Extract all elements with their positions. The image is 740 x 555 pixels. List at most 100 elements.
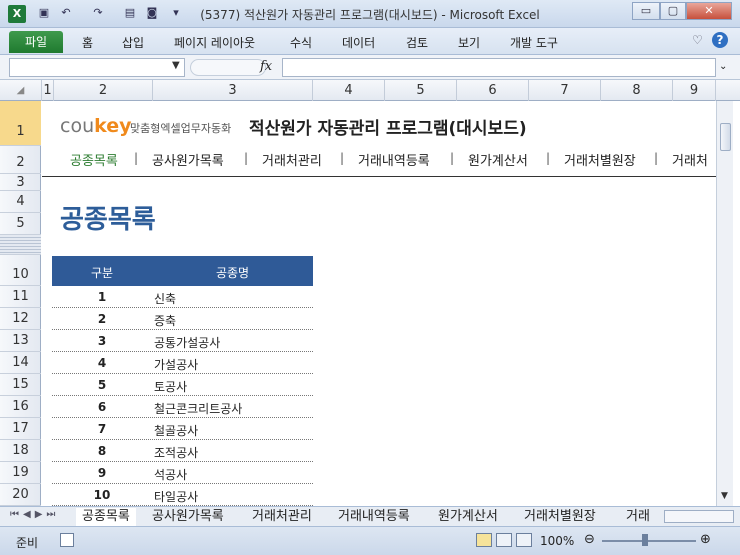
vertical-scrollbar[interactable]: ▼ bbox=[716, 101, 733, 506]
nav-link-cost-statement[interactable]: 원가계산서 bbox=[468, 150, 528, 169]
name-box-dropdown-icon[interactable]: ▼ bbox=[172, 60, 180, 71]
brand-tagline: 맞춤형엑셀업무자동화 bbox=[130, 122, 232, 135]
tab-data[interactable]: 데이터 bbox=[342, 34, 375, 51]
row-header[interactable]: 4 bbox=[0, 191, 41, 213]
row-header[interactable]: 16 bbox=[0, 396, 41, 418]
zoom-in-icon[interactable]: ⊕ bbox=[700, 532, 711, 547]
zoom-slider-thumb[interactable] bbox=[642, 534, 648, 546]
tab-file[interactable]: 파일 bbox=[9, 31, 63, 53]
table-header: 구분 공종명 bbox=[52, 256, 313, 286]
table-row[interactable]: 4 가설공사 bbox=[52, 352, 313, 374]
table-row[interactable]: 1 신축 bbox=[52, 286, 313, 308]
maximize-button[interactable]: ▢ bbox=[660, 2, 686, 20]
tab-scroll-icons[interactable]: ⏮◀▶⏭ bbox=[10, 509, 59, 520]
macro-record-icon[interactable] bbox=[60, 533, 74, 547]
page-layout-view-icon[interactable] bbox=[496, 533, 512, 547]
fx-icon[interactable]: fx bbox=[260, 59, 272, 74]
row-header[interactable]: 11 bbox=[0, 286, 41, 308]
row-no: 8 bbox=[97, 444, 107, 458]
column-header[interactable]: 8 bbox=[601, 80, 673, 101]
row-header[interactable]: 12 bbox=[0, 308, 41, 330]
minimize-button[interactable]: ▭ bbox=[632, 2, 660, 20]
close-button[interactable]: ✕ bbox=[686, 2, 732, 20]
nav-link-transactions[interactable]: 거래내역등록 bbox=[358, 150, 430, 169]
row-header[interactable]: 1 bbox=[0, 101, 41, 146]
ribbon-collapse-icon[interactable]: ♡ bbox=[692, 33, 703, 47]
tab-insert[interactable]: 삽입 bbox=[122, 34, 144, 51]
row-header[interactable]: 13 bbox=[0, 330, 41, 352]
help-icon[interactable]: ? bbox=[712, 32, 728, 48]
row-no: 10 bbox=[93, 488, 111, 502]
nav-link-client-ledger[interactable]: 거래처별원장 bbox=[564, 150, 636, 169]
sheet-tab-more[interactable]: 거래 bbox=[620, 508, 660, 526]
row-name: 가설공사 bbox=[154, 358, 199, 372]
row-headers: 1 2 3 4 5 10 11 12 13 14 15 16 17 18 19 … bbox=[0, 101, 41, 506]
row-header[interactable]: 5 bbox=[0, 213, 41, 235]
formula-input[interactable] bbox=[282, 58, 716, 77]
sheet-tab-cost-statement[interactable]: 원가계산서 bbox=[432, 508, 504, 526]
scroll-thumb[interactable] bbox=[720, 123, 731, 151]
table-row[interactable]: 6 철근콘크리트공사 bbox=[52, 396, 313, 418]
formula-bar: ▼ fx ⌄ bbox=[0, 55, 740, 80]
header-category: 구분 bbox=[90, 266, 114, 280]
column-header[interactable]: 1 bbox=[42, 80, 54, 101]
nav-link-construction-costs[interactable]: 공사원가목록 bbox=[152, 150, 224, 169]
sheet-tab-client-ledger[interactable]: 거래처별원장 bbox=[518, 508, 602, 526]
zoom-out-icon[interactable]: ⊖ bbox=[584, 532, 595, 547]
nav-link-clients-2[interactable]: 거래처 bbox=[672, 150, 708, 169]
column-header[interactable]: 5 bbox=[385, 80, 457, 101]
worksheet[interactable]: coukey 맞춤형엑셀업무자동화 적산원가 자동관리 프로그램(대시보드) 공… bbox=[42, 101, 716, 506]
table-row[interactable]: 3 공통가설공사 bbox=[52, 330, 313, 352]
status-bar: 준비 100% ⊖ ⊕ bbox=[0, 526, 740, 555]
row-header[interactable]: 18 bbox=[0, 440, 41, 462]
column-header[interactable]: 6 bbox=[457, 80, 529, 101]
row-no: 4 bbox=[97, 356, 107, 370]
tab-developer[interactable]: 개발 도구 bbox=[510, 34, 558, 51]
column-header[interactable]: 7 bbox=[529, 80, 601, 101]
table-row[interactable]: 9 석공사 bbox=[52, 462, 313, 484]
select-all-corner[interactable]: ◢ bbox=[0, 80, 42, 101]
sheet-tab-clients[interactable]: 거래처관리 bbox=[246, 508, 318, 526]
scroll-down-icon[interactable]: ▼ bbox=[721, 491, 728, 501]
horizontal-scrollbar[interactable] bbox=[664, 510, 734, 523]
tab-view[interactable]: 보기 bbox=[458, 34, 480, 51]
row-header[interactable]: 2 bbox=[0, 146, 41, 174]
row-header[interactable]: 20 bbox=[0, 484, 41, 506]
row-header[interactable]: 17 bbox=[0, 418, 41, 440]
tab-formulas[interactable]: 수식 bbox=[290, 34, 312, 51]
row-no: 2 bbox=[97, 312, 107, 326]
tab-review[interactable]: 검토 bbox=[406, 34, 428, 51]
nav-separator: | bbox=[134, 151, 139, 165]
row-header[interactable]: 14 bbox=[0, 352, 41, 374]
table-row[interactable]: 2 증축 bbox=[52, 308, 313, 330]
page-break-view-icon[interactable] bbox=[516, 533, 532, 547]
row-header[interactable]: 15 bbox=[0, 374, 41, 396]
table-row[interactable]: 8 조적공사 bbox=[52, 440, 313, 462]
column-header[interactable]: 3 bbox=[153, 80, 313, 101]
sheet-tab-construction-costs[interactable]: 공사원가목록 bbox=[146, 508, 230, 526]
normal-view-icon[interactable] bbox=[476, 533, 492, 547]
column-header[interactable]: 9 bbox=[673, 80, 716, 101]
table-row[interactable]: 10 타일공사 bbox=[52, 484, 313, 506]
sheet-tab-work-types[interactable]: 공종목록 bbox=[76, 508, 136, 526]
nav-link-work-types[interactable]: 공종목록 bbox=[70, 150, 118, 169]
row-header[interactable]: 3 bbox=[0, 174, 41, 191]
column-header[interactable]: 2 bbox=[54, 80, 153, 101]
column-header[interactable]: 4 bbox=[313, 80, 385, 101]
name-box[interactable] bbox=[9, 58, 185, 77]
zoom-slider[interactable] bbox=[602, 540, 696, 542]
tab-page-layout[interactable]: 페이지 레이아웃 bbox=[174, 34, 255, 51]
expand-formula-icon[interactable]: ⌄ bbox=[719, 61, 727, 72]
table-row[interactable]: 5 토공사 bbox=[52, 374, 313, 396]
nav-link-clients[interactable]: 거래처관리 bbox=[262, 150, 322, 169]
column-headers: ◢ 1 2 3 4 5 6 7 8 9 bbox=[0, 80, 740, 101]
table-row[interactable]: 7 철골공사 bbox=[52, 418, 313, 440]
nav-separator: | bbox=[340, 151, 345, 165]
row-no: 9 bbox=[97, 466, 107, 480]
row-header[interactable]: 10 bbox=[0, 255, 41, 286]
row-header[interactable]: 19 bbox=[0, 462, 41, 484]
sheet-tab-transactions[interactable]: 거래내역등록 bbox=[332, 508, 416, 526]
ribbon-tabs: 파일 홈 삽입 페이지 레이아웃 수식 데이터 검토 보기 개발 도구 ♡ ? bbox=[0, 28, 740, 55]
zoom-level[interactable]: 100% bbox=[540, 534, 574, 548]
tab-home[interactable]: 홈 bbox=[82, 34, 93, 51]
